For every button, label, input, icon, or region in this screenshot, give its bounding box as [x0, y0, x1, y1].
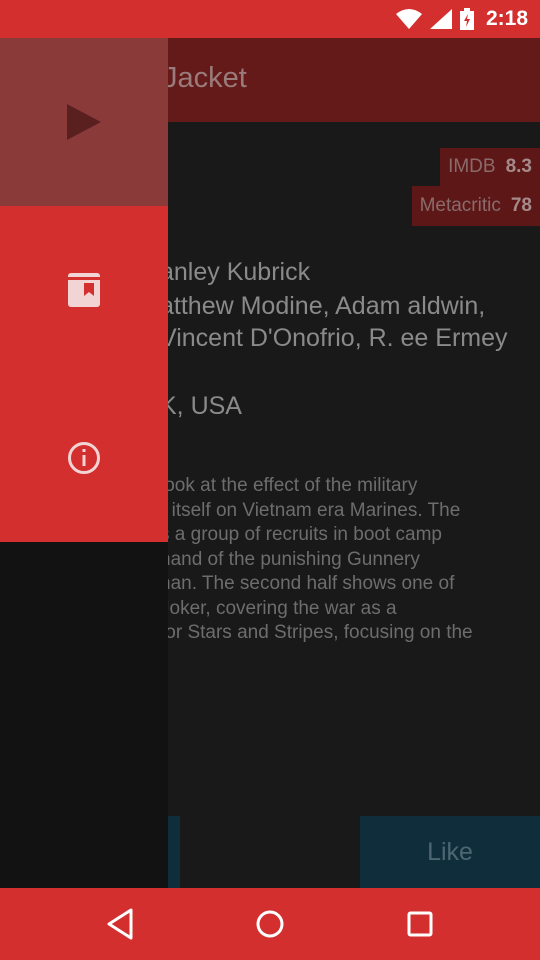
plot-line: for Stars and Stripes, focusing on the — [160, 622, 473, 643]
drawer-item-play[interactable] — [0, 38, 168, 206]
metacritic-value: 78 — [510, 195, 532, 216]
battery-icon — [459, 8, 474, 30]
toolbar-title: Jacket — [163, 62, 247, 94]
nav-recents-button[interactable] — [375, 888, 465, 960]
movie-detail: Jacket IMDB 8.3 Metacritic 78 anley Kubr… — [0, 38, 540, 888]
metacritic-label: Metacritic — [419, 195, 501, 216]
like-button[interactable]: Like — [360, 816, 540, 888]
back-icon — [107, 908, 133, 940]
imdb-value: 8.3 — [505, 156, 532, 177]
bookmark-icon — [68, 273, 100, 307]
plot-line: s a group of recruits in boot camp — [160, 524, 442, 545]
plot-line: look at the effect of the military — [160, 475, 418, 496]
cast-text: atthew Modine, Adam aldwin, Vincent D'On… — [160, 292, 508, 352]
info-icon — [68, 442, 100, 474]
status-time: 2:18 — [485, 7, 528, 30]
home-icon — [256, 910, 284, 938]
director-text: anley Kubrick — [160, 258, 311, 286]
status-icons: 2:18 — [395, 0, 528, 38]
system-nav-bar — [0, 888, 540, 960]
play-icon — [67, 104, 101, 140]
country-text: K, USA — [160, 392, 242, 420]
imdb-rating: IMDB 8.3 — [440, 148, 540, 186]
nav-home-button[interactable] — [225, 888, 315, 960]
recents-icon — [407, 911, 433, 937]
metacritic-rating: Metacritic 78 — [411, 186, 540, 226]
drawer-item-info[interactable] — [0, 374, 168, 542]
plot-line: r itself on Vietnam era Marines. The — [160, 499, 461, 521]
wifi-icon — [395, 9, 422, 29]
imdb-label: IMDB — [448, 156, 496, 177]
status-bar: 2:18 — [0, 0, 540, 38]
plot-text: look at the effect of the military r its… — [160, 474, 520, 646]
plot-line: Joker, covering the war as a — [160, 597, 397, 619]
plot-line: nan. The second half shows one of — [160, 573, 455, 594]
plot-line: nand of the punishing Gunnery — [160, 548, 420, 570]
drawer-item-watchlist[interactable] — [0, 206, 168, 374]
cell-signal-icon — [429, 9, 452, 29]
nav-back-button[interactable] — [75, 888, 165, 960]
